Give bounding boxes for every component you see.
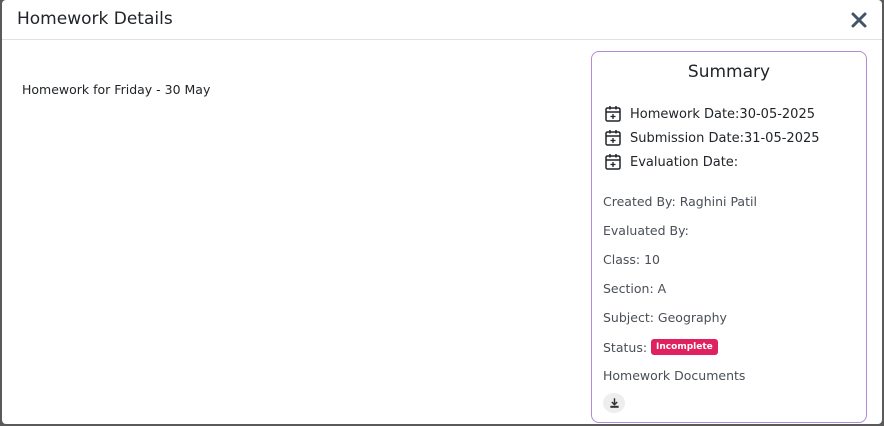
homework-details-modal: Homework Details Homework for Friday - 3…: [2, 0, 882, 424]
summary-card: Summary Homework Date:30-05-2025 Submiss…: [591, 51, 867, 423]
subject-info: Subject: Geography: [603, 310, 727, 325]
calendar-plus-icon: [605, 154, 621, 170]
close-icon: [851, 12, 867, 28]
modal-title: Homework Details: [17, 9, 173, 29]
homework-documents-label: Homework Documents: [603, 368, 746, 383]
homework-date: Homework Date:30-05-2025: [630, 106, 815, 122]
status-row: Status: Incomplete: [603, 339, 718, 355]
calendar-plus-icon: [605, 106, 621, 122]
class-info: Class: 10: [603, 252, 660, 267]
evaluated-by: Evaluated By:: [603, 223, 689, 238]
submission-date: Submission Date:31-05-2025: [630, 130, 820, 146]
section-info: Section: A: [603, 281, 667, 296]
homework-date-row: Homework Date:30-05-2025: [604, 104, 815, 124]
homework-description: Homework for Friday - 30 May: [22, 82, 211, 97]
modal-header: Homework Details: [2, 0, 882, 40]
download-button[interactable]: [603, 393, 625, 413]
created-by: Created By: Raghini Patil: [603, 194, 757, 209]
download-icon: [609, 397, 619, 408]
evaluation-date-row: Evaluation Date:: [604, 152, 738, 172]
evaluation-date: Evaluation Date:: [630, 154, 739, 170]
submission-date-row: Submission Date:31-05-2025: [604, 128, 820, 148]
status-label: Status:: [603, 339, 648, 355]
close-button[interactable]: [848, 9, 870, 31]
calendar-plus-icon: [605, 130, 621, 146]
status-badge: Incomplete: [651, 339, 718, 355]
summary-title: Summary: [687, 62, 771, 82]
